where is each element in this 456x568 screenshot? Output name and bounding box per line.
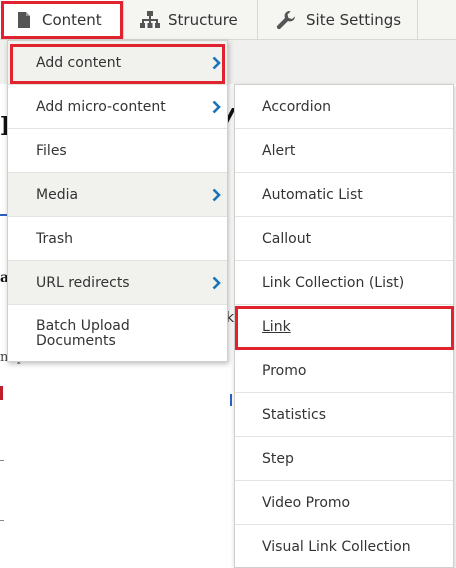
submenu-item-label: Promo bbox=[262, 362, 307, 379]
submenu-item-callout[interactable]: Callout bbox=[235, 217, 453, 261]
tab-structure-label: Structure bbox=[168, 10, 238, 29]
menu-item-label: Trash bbox=[36, 230, 73, 247]
menu-item-label: Media bbox=[36, 186, 79, 203]
tab-content[interactable]: Content bbox=[0, 0, 124, 39]
menu-item-trash[interactable]: Trash bbox=[8, 217, 227, 261]
sitemap-icon bbox=[140, 10, 160, 28]
menu-item-batch-upload-documents[interactable]: Batch Upload Documents bbox=[8, 305, 227, 363]
submenu-item-promo[interactable]: Promo bbox=[235, 349, 453, 393]
submenu-item-label: Video Promo bbox=[262, 494, 351, 511]
tab-structure[interactable]: Structure bbox=[124, 0, 258, 39]
menu-item-label: Batch Upload Documents bbox=[36, 318, 130, 349]
submenu-item-label: Accordion bbox=[262, 98, 332, 115]
page: E a k nique name of the video Content bbox=[0, 0, 456, 568]
content-menu: Add content Add micro-content Files Medi… bbox=[7, 40, 228, 362]
submenu-item-label: Link Collection (List) bbox=[262, 274, 405, 291]
page-accent-mark bbox=[230, 394, 232, 406]
menu-item-label: URL redirects bbox=[36, 274, 130, 291]
tab-site-settings-label: Site Settings bbox=[306, 10, 402, 29]
chevron-right-icon bbox=[212, 188, 221, 201]
menu-item-label: Files bbox=[36, 142, 67, 159]
page-required-marker bbox=[0, 386, 3, 400]
submenu-item-label: Callout bbox=[262, 230, 312, 247]
page-divider bbox=[0, 460, 4, 461]
submenu-item-label: Automatic List bbox=[262, 186, 363, 203]
submenu-item-video-promo[interactable]: Video Promo bbox=[235, 481, 453, 525]
menu-item-label: Add content bbox=[36, 54, 122, 71]
wrench-icon bbox=[276, 10, 295, 29]
menu-item-url-redirects[interactable]: URL redirects bbox=[8, 261, 227, 305]
submenu-item-visual-link-collection[interactable]: Visual Link Collection bbox=[235, 525, 453, 568]
menu-item-media[interactable]: Media bbox=[8, 173, 227, 217]
submenu-item-statistics[interactable]: Statistics bbox=[235, 393, 453, 437]
chevron-right-icon bbox=[212, 56, 221, 69]
submenu-item-alert[interactable]: Alert bbox=[235, 129, 453, 173]
page-divider bbox=[0, 520, 4, 521]
submenu-item-automatic-list[interactable]: Automatic List bbox=[235, 173, 453, 217]
submenu-item-label: Alert bbox=[262, 142, 296, 159]
submenu-item-accordion[interactable]: Accordion bbox=[235, 85, 453, 129]
submenu-item-link-collection-list[interactable]: Link Collection (List) bbox=[235, 261, 453, 305]
menu-item-label: Add micro-content bbox=[36, 98, 166, 115]
menu-item-add-content[interactable]: Add content bbox=[8, 41, 227, 85]
submenu-item-link[interactable]: Link bbox=[235, 305, 453, 349]
document-icon bbox=[18, 11, 30, 28]
submenu-item-step[interactable]: Step bbox=[235, 437, 453, 481]
add-content-submenu: Accordion Alert Automatic List Callout L… bbox=[234, 84, 454, 568]
submenu-item-label: Visual Link Collection bbox=[262, 538, 411, 555]
submenu-item-label: Step bbox=[262, 450, 294, 467]
menu-item-add-micro-content[interactable]: Add micro-content bbox=[8, 85, 227, 129]
submenu-item-label: Link bbox=[262, 318, 291, 335]
submenu-item-label: Statistics bbox=[262, 406, 326, 423]
chevron-right-icon bbox=[212, 276, 221, 289]
menu-item-files[interactable]: Files bbox=[8, 129, 227, 173]
tab-site-settings[interactable]: Site Settings bbox=[258, 0, 418, 39]
admin-toolbar: Content Structure Site Settings bbox=[0, 0, 456, 40]
chevron-right-icon bbox=[212, 100, 221, 113]
tab-content-label: Content bbox=[42, 10, 102, 29]
